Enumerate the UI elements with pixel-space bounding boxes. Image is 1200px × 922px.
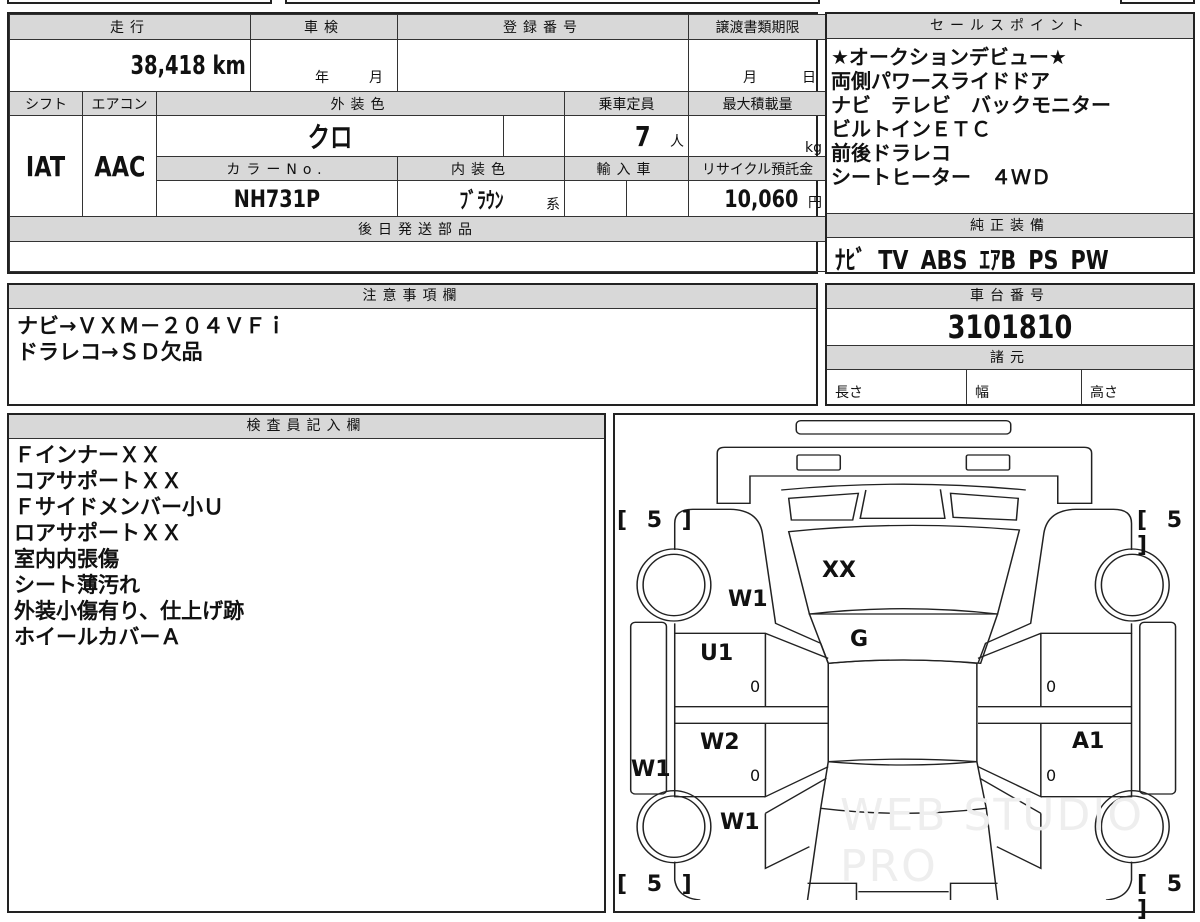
inspection-year: 年 <box>315 70 330 86</box>
inspector-panel: 検査員記入欄 ＦインナーＸＸ コアサポートＸＸ Ｆサイドメンバー小Ｕ ロアサポー… <box>7 413 606 913</box>
capacity-value: 7 <box>634 119 651 153</box>
top-strip-cell <box>1120 0 1195 4</box>
inspector-header: 検査員記入欄 <box>9 415 604 439</box>
inspector-line: シート薄汚れ <box>14 573 140 597</box>
note-line: ドラレコ→ＳＤ欠品 <box>17 340 203 364</box>
transfer-deadline-header: 譲渡書類期限 <box>688 14 828 40</box>
zero-mark: 0 <box>1046 766 1057 785</box>
vehicle-info-table: 走行 車検 登録番号 譲渡書類期限 38,418 km 年 月 月 日 シフト エア… <box>7 12 828 274</box>
spec-width: 幅 <box>967 370 1082 404</box>
front-bumper-shape <box>795 420 1012 435</box>
registration-header: 登録番号 <box>397 14 690 40</box>
inspector-line: Ｆサイドメンバー小Ｕ <box>14 495 224 519</box>
shift-header: シフト <box>9 91 83 116</box>
damage-mark-front-fender-left: W1 <box>728 587 768 612</box>
sales-point: ビルトインＥＴＣ <box>831 117 991 141</box>
recycle-fee-unit: 円 <box>808 194 823 211</box>
sales-point: ナビ テレビ バックモニター <box>831 93 1111 117</box>
imported-cell <box>564 180 628 217</box>
color-no-header: カラーNo. <box>155 156 399 181</box>
tread-rear-right: [ 5 ] <box>1137 872 1189 922</box>
deadline-month: 月 <box>743 70 758 86</box>
spec-length: 長さ <box>827 370 967 404</box>
notes-header: 注意事項欄 <box>9 285 816 309</box>
inspector-line: ＦインナーＸＸ <box>14 443 161 467</box>
max-load-unit: kg <box>688 115 828 157</box>
zero-mark: 0 <box>750 766 761 785</box>
damage-mark-rear-fender-left: W1 <box>720 810 760 835</box>
sales-point: 両側パワースライドドア <box>831 69 1050 93</box>
tread-front-right: [ 5 ] <box>1137 508 1189 558</box>
damage-mark-rear-door-left: W2 <box>700 730 740 755</box>
damage-mark-rear-door-right: A1 <box>1072 729 1105 754</box>
interior-color-value: ﾌﾞﾗｳﾝ <box>459 188 504 214</box>
roof-front-shape <box>808 613 999 665</box>
recycle-fee-value: 10,060 <box>724 184 799 213</box>
tread-front-left: [ 5 ] <box>617 508 698 533</box>
top-strip-cell <box>285 0 820 4</box>
interior-color-suffix: 系 <box>546 197 561 213</box>
capacity-unit: 人 <box>670 133 685 150</box>
color-no-value: NH731P <box>233 184 321 213</box>
inspector-line: 室内内張傷 <box>14 547 119 571</box>
max-load-header: 最大積載量 <box>688 91 828 116</box>
sales-point: シートヒーター ４ＷＤ <box>831 165 1051 189</box>
imported-header: 輸入車 <box>564 156 690 181</box>
equipment-value: ﾅﾋﾞ TV ABS ｴｱB PS PW <box>835 246 1109 276</box>
sales-point: 前後ドラレコ <box>831 141 951 165</box>
mileage-value: 38,418 km <box>130 50 247 81</box>
sales-point: ★オークションデビュー★ <box>831 45 1067 69</box>
inspector-line: ホイールカバーＡ <box>14 625 182 649</box>
damage-mark-sill-left: W1 <box>631 757 671 782</box>
aircon-header: エアコン <box>82 91 157 116</box>
deadline-day: 日 <box>802 70 817 86</box>
front-panel-shape <box>716 446 1093 504</box>
registration-value <box>397 39 690 92</box>
exterior-color-header: 外装色 <box>155 91 566 116</box>
sales-points-panel: セールスポイント ★オークションデビュー★ 両側パワースライドドア ナビ テレビ… <box>825 12 1195 276</box>
chassis-number: 3101810 <box>947 308 1073 346</box>
aircon-value: AAC <box>93 149 146 183</box>
chassis-panel: 車台番号 3101810 諸元 長さ 幅 高さ <box>825 283 1195 406</box>
inspector-line: 外装小傷有り、仕上げ跡 <box>14 599 245 623</box>
imported-cell <box>626 180 690 217</box>
spec-header: 諸元 <box>827 345 1193 370</box>
damage-mark-roof-front: G <box>850 627 869 652</box>
tread-rear-left: [ 5 ] <box>617 872 698 897</box>
chassis-header: 車台番号 <box>827 285 1193 309</box>
note-line: ナビ→ＶＸＭ－２０４ＶＦｉ <box>17 314 287 338</box>
exterior-color-value: クロ <box>307 121 353 154</box>
notes-panel: 注意事項欄 ナビ→ＶＸＭ－２０４ＶＦｉ ドラレコ→ＳＤ欠品 <box>7 283 818 406</box>
shift-value: IAT <box>26 149 66 183</box>
spec-height: 高さ <box>1090 385 1118 401</box>
recycle-fee-header: リサイクル預託金 <box>688 156 828 181</box>
later-parts-value <box>8 241 828 272</box>
capacity-header: 乗車定員 <box>564 91 690 116</box>
zero-mark: 0 <box>750 677 761 696</box>
sales-points-header: セールスポイント <box>827 14 1193 39</box>
damage-mark-windshield: XX <box>822 558 856 583</box>
inspection-header: 車検 <box>250 14 399 40</box>
zero-mark: 0 <box>1046 677 1057 696</box>
inspector-line: コアサポートＸＸ <box>14 469 182 493</box>
interior-color-header: 内装色 <box>397 156 566 181</box>
top-strip-cell <box>7 0 272 4</box>
inspector-line: ロアサポートＸＸ <box>14 521 182 545</box>
later-parts-header: 後日発送部品 <box>8 216 828 242</box>
roof-shape <box>827 659 978 763</box>
equipment-header: 純正装備 <box>827 213 1193 238</box>
mileage-header: 走行 <box>8 14 252 40</box>
damage-mark-front-door-left: U1 <box>700 641 734 666</box>
inspection-month: 月 <box>369 70 384 86</box>
